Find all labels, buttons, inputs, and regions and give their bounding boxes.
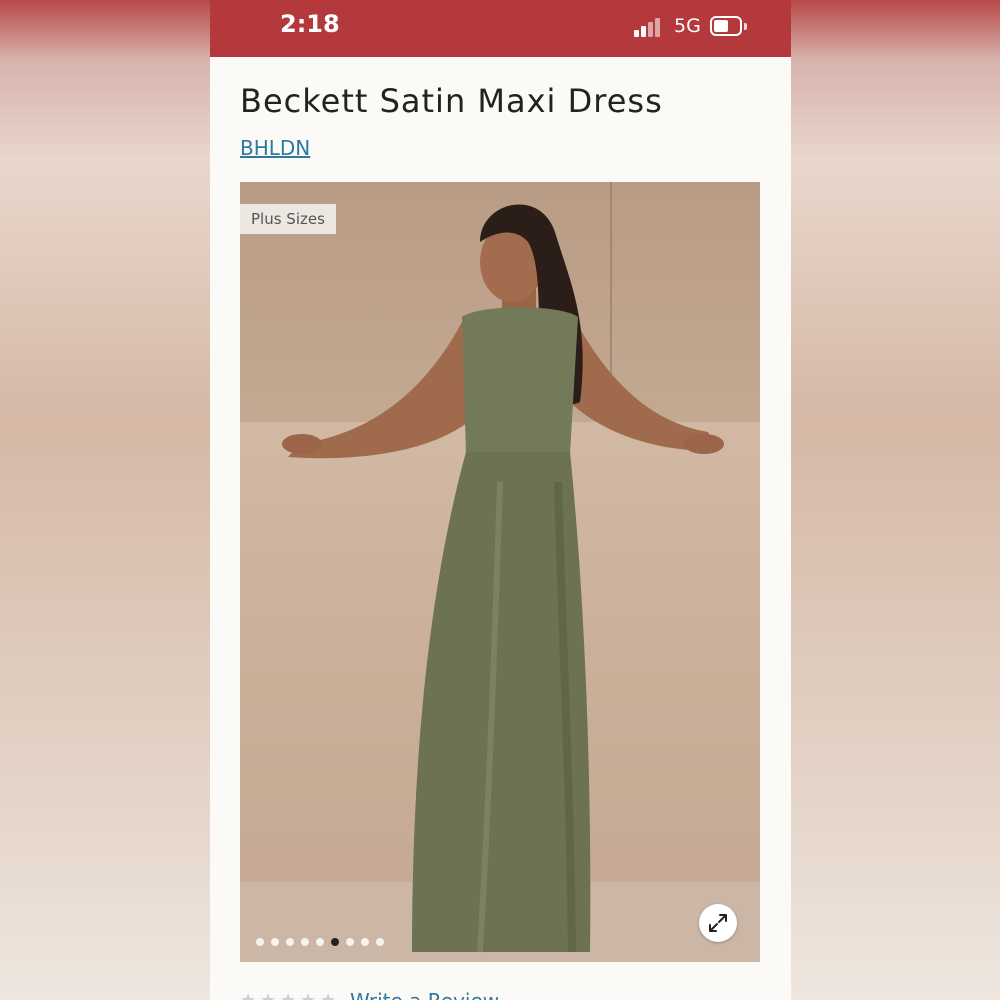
pagination-dot[interactable] xyxy=(376,938,384,946)
product-title: Beckett Satin Maxi Dress xyxy=(240,82,663,120)
pagination-dot[interactable] xyxy=(331,938,339,946)
pagination-dot[interactable] xyxy=(346,938,354,946)
status-time: 2:18 xyxy=(280,10,340,38)
pagination-dot[interactable] xyxy=(271,938,279,946)
star-icon[interactable]: ★ xyxy=(240,990,256,1000)
phone-screen: 2:18 5G Beckett Satin Maxi Dress BHLDN P… xyxy=(210,0,791,1000)
pagination-dot[interactable] xyxy=(286,938,294,946)
star-icon[interactable]: ★ xyxy=(280,990,296,1000)
brand-link[interactable]: BHLDN xyxy=(240,136,310,160)
status-bar: 2:18 5G xyxy=(210,0,791,57)
star-icon[interactable]: ★ xyxy=(300,990,316,1000)
product-image[interactable]: Plus Sizes xyxy=(240,182,760,962)
background-right xyxy=(790,0,1000,1000)
pagination-dot[interactable] xyxy=(301,938,309,946)
write-review-link[interactable]: Write a Review xyxy=(350,989,499,1000)
star-icon[interactable]: ★ xyxy=(260,990,276,1000)
pagination-dot[interactable] xyxy=(316,938,324,946)
pagination-dot[interactable] xyxy=(361,938,369,946)
background-left xyxy=(0,0,210,1000)
plus-sizes-badge: Plus Sizes xyxy=(240,204,336,234)
model-illustration xyxy=(282,204,724,953)
battery-tip xyxy=(744,23,747,30)
expand-button[interactable] xyxy=(699,904,737,942)
battery-level xyxy=(714,20,728,32)
pagination-dot[interactable] xyxy=(256,938,264,946)
battery-icon xyxy=(710,16,742,36)
signal-icon xyxy=(634,17,664,37)
expand-icon xyxy=(709,914,727,932)
network-label: 5G xyxy=(674,15,701,37)
star-icon[interactable]: ★ xyxy=(320,990,336,1000)
